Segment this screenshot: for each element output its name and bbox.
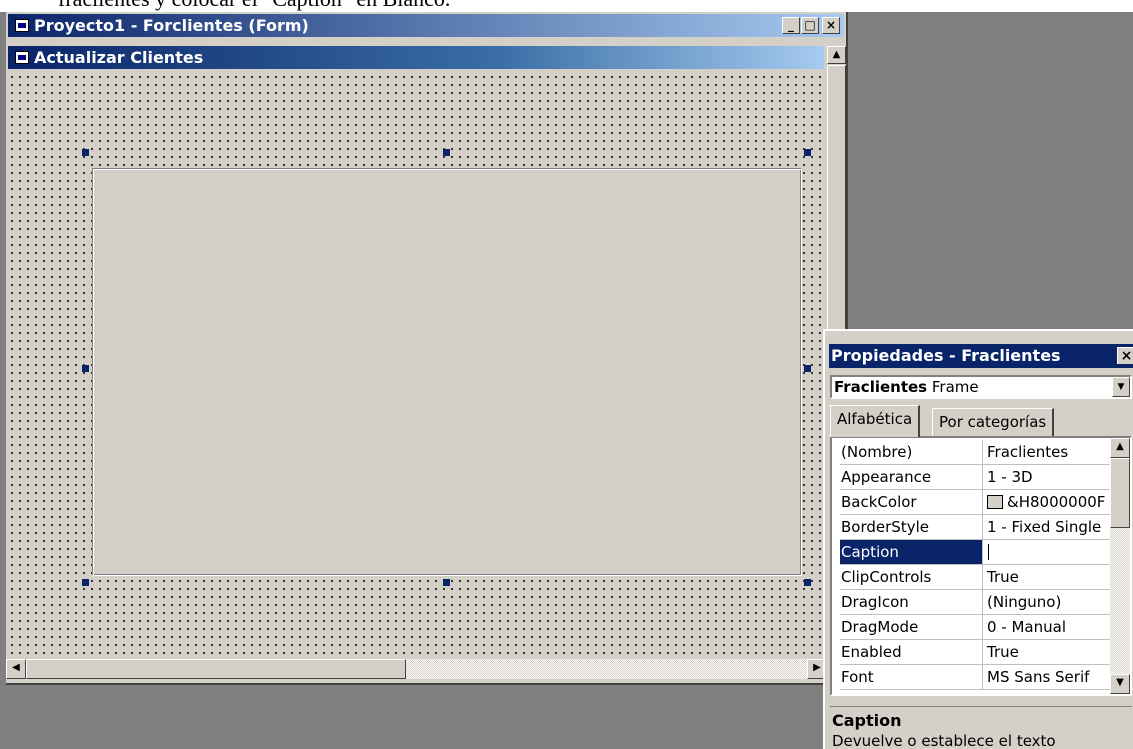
resize-handle-bottom[interactable] — [443, 579, 450, 586]
tab-por-categorias[interactable]: Por categorías — [932, 408, 1055, 436]
property-name: Enabled — [840, 640, 983, 664]
description-text: Devuelve o establece el texto — [832, 732, 1056, 749]
form-designer-title: Proyecto1 - Forclientes (Form) — [34, 16, 309, 35]
property-value: &H8000000F — [1007, 493, 1106, 511]
scroll-left-arrow-icon[interactable]: ◀ — [6, 659, 26, 679]
property-row[interactable]: Enabled True — [840, 640, 1110, 665]
color-swatch-icon — [987, 495, 1003, 509]
property-row[interactable]: DragMode 0 - Manual — [840, 615, 1110, 640]
form-icon — [15, 51, 29, 64]
property-value[interactable]: 0 - Manual — [986, 615, 1110, 639]
property-name: BorderStyle — [840, 515, 983, 539]
description-title: Caption — [832, 711, 902, 730]
form-caption-bar[interactable]: Actualizar Clientes — [8, 46, 824, 69]
property-row[interactable]: BackColor &H8000000F — [840, 490, 1110, 515]
property-value[interactable]: 1 - Fixed Single — [986, 515, 1110, 539]
caption-value-input[interactable] — [986, 540, 1110, 564]
property-name: DragMode — [840, 615, 983, 639]
object-selector[interactable]: Fraclientes Frame ▼ — [830, 375, 1132, 399]
property-row[interactable]: (Nombre) Fraclientes — [840, 440, 1110, 465]
property-description: Caption Devuelve o establece el texto — [830, 706, 1132, 749]
resize-handle-top-right[interactable] — [804, 149, 811, 156]
minimize-button[interactable]: _ — [782, 17, 800, 34]
form-icon — [15, 19, 29, 32]
document-text: fraclientes y colocar el "Caption" en Bl… — [58, 0, 450, 10]
property-value[interactable]: MS Sans Serif — [986, 665, 1110, 689]
tab-alfabetica[interactable]: Alfabética — [830, 405, 921, 437]
property-value-color[interactable]: &H8000000F — [986, 490, 1110, 514]
form-caption: Actualizar Clientes — [34, 48, 204, 67]
chevron-down-icon[interactable]: ▼ — [1112, 377, 1130, 397]
property-value[interactable]: 1 - 3D — [986, 465, 1110, 489]
property-row[interactable]: DragIcon (Ninguno) — [840, 590, 1110, 615]
property-name: Caption — [840, 540, 983, 564]
horizontal-scrollbar[interactable]: ◀ ▶ — [6, 659, 827, 679]
horizontal-scroll-thumb[interactable] — [26, 659, 406, 679]
resize-handle-top-left[interactable] — [82, 149, 89, 156]
resize-handle-bottom-left[interactable] — [82, 579, 89, 586]
property-grid-scroll-thumb[interactable] — [1110, 458, 1130, 528]
property-row[interactable]: BorderStyle 1 - Fixed Single — [840, 515, 1110, 540]
properties-title: Propiedades - Fraclientes — [831, 346, 1061, 365]
property-grid: (Nombre) Fraclientes Appearance 1 - 3D B… — [830, 436, 1132, 696]
property-value[interactable]: (Ninguno) — [986, 590, 1110, 614]
property-name: DragIcon — [840, 590, 983, 614]
properties-close-button[interactable]: × — [1117, 347, 1133, 364]
maximize-button[interactable]: □ — [801, 17, 819, 34]
form-designer-titlebar[interactable]: Proyecto1 - Forclientes (Form) _ □ × — [8, 14, 844, 37]
form-design-surface[interactable] — [6, 70, 826, 660]
property-value[interactable]: True — [986, 640, 1110, 664]
property-row[interactable]: ClipControls True — [840, 565, 1110, 590]
property-name: Font — [840, 665, 983, 689]
property-value[interactable]: True — [986, 565, 1110, 589]
property-grid-scrollbar[interactable]: ▲ ▼ — [1110, 438, 1130, 694]
form-designer-window: Proyecto1 - Forclientes (Form) _ □ × Act… — [6, 12, 848, 685]
object-type: Frame — [931, 378, 979, 396]
resize-handle-bottom-right[interactable] — [804, 579, 811, 586]
scroll-up-arrow-icon[interactable]: ▲ — [1110, 438, 1130, 458]
properties-titlebar[interactable]: Propiedades - Fraclientes × — [829, 344, 1133, 368]
resize-handle-left[interactable] — [82, 365, 89, 372]
frame-control[interactable] — [92, 168, 802, 576]
close-button[interactable]: × — [822, 17, 840, 34]
property-value[interactable]: Fraclientes — [986, 440, 1110, 464]
resize-handle-right[interactable] — [804, 365, 811, 372]
document-text-strip: fraclientes y colocar el "Caption" en Bl… — [0, 0, 1133, 12]
property-name: BackColor — [840, 490, 983, 514]
property-name: ClipControls — [840, 565, 983, 589]
property-row[interactable]: Font MS Sans Serif — [840, 665, 1110, 690]
properties-window: Propiedades - Fraclientes × Fraclientes … — [823, 329, 1133, 749]
vertical-scroll-thumb[interactable] — [827, 65, 846, 355]
window-controls: _ □ × — [781, 17, 840, 34]
resize-handle-top[interactable] — [443, 149, 450, 156]
property-row[interactable]: Appearance 1 - 3D — [840, 465, 1110, 490]
scroll-down-arrow-icon[interactable]: ▼ — [1110, 674, 1130, 694]
text-caret — [988, 544, 989, 560]
scroll-up-arrow-icon[interactable]: ▲ — [827, 46, 846, 64]
object-name: Fraclientes — [834, 378, 928, 396]
property-row-selected[interactable]: Caption — [840, 540, 1110, 565]
property-name: Appearance — [840, 465, 983, 489]
property-name: (Nombre) — [840, 440, 983, 464]
